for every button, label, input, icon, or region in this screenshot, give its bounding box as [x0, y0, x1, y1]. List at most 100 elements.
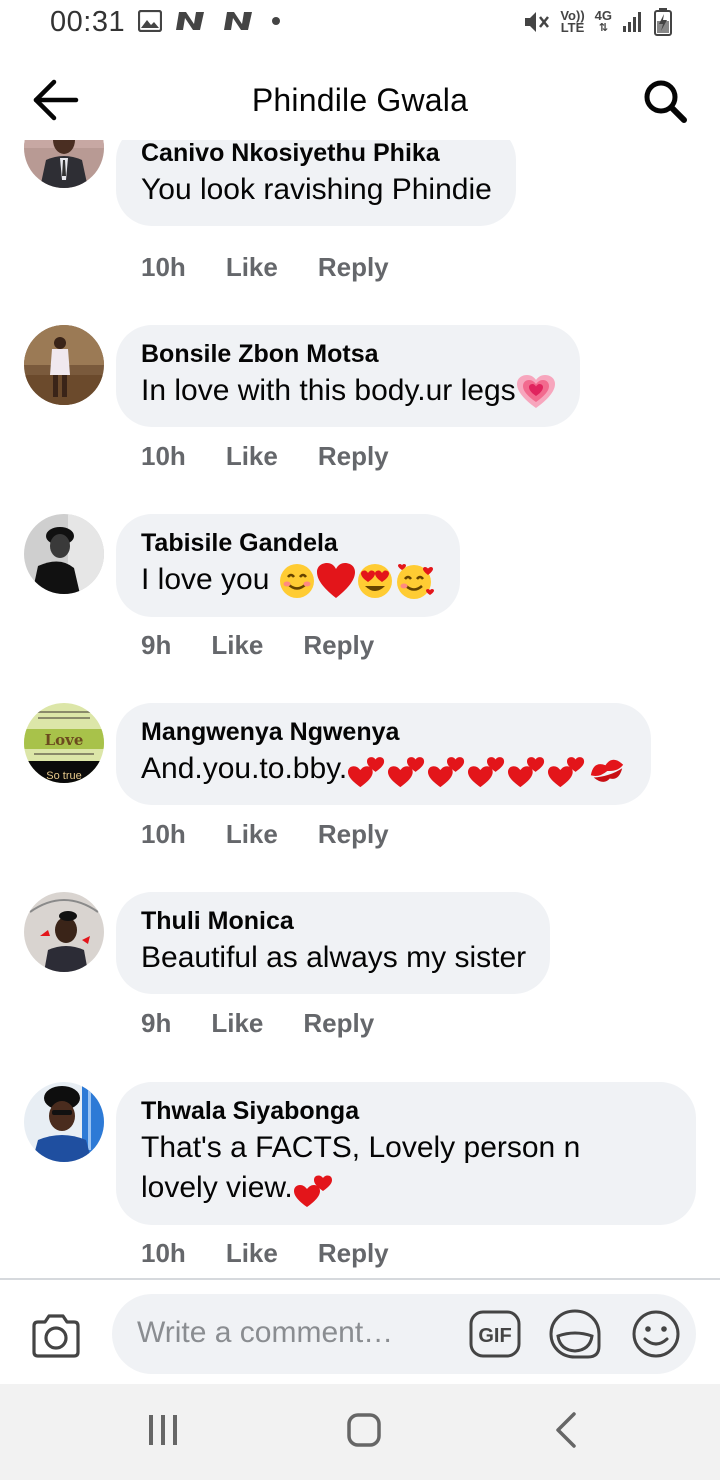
comment-bubble[interactable]: Thwala Siyabonga That's a FACTS, Lovely … [116, 1082, 696, 1226]
battery-charging-icon [654, 8, 672, 36]
comment-list[interactable]: Canivo Nkosiyethu Phika You look ravishi… [0, 140, 720, 1278]
comment-time: 9h [141, 630, 172, 660]
comment-time: 10h [141, 819, 186, 849]
comment-text-row: And.you.to.bby. [141, 749, 627, 789]
comment-actions: 10h Like Reply [141, 1238, 389, 1269]
status-bar: 00:31 Vo)) LTE 4G ⇅ [0, 0, 720, 52]
comment-bubble[interactable]: Thuli Monica Beautiful as always my sist… [116, 892, 551, 994]
commenter-name[interactable]: Thuli Monica [141, 906, 526, 936]
comment-text: In love with this body.ur legs [141, 374, 516, 407]
smiling-face-emoji [279, 564, 314, 599]
avatar-caption: So true [46, 770, 81, 782]
avatar[interactable]: Love So true [24, 703, 104, 783]
comment-actions: 10h Like Reply [141, 819, 389, 850]
comment-actions: 10h Like Reply [141, 441, 389, 472]
n-app-icon [224, 12, 252, 30]
commenter-name[interactable]: Mangwenya Ngwenya [141, 717, 627, 747]
emoji-icon[interactable] [630, 1308, 682, 1360]
avatar[interactable] [24, 514, 104, 594]
page-title: Phindile Gwala [251, 82, 469, 118]
comment-bubble[interactable]: Tabisile Gandela I love you [116, 514, 460, 618]
gif-label: GIF [478, 1325, 511, 1347]
home-icon[interactable] [346, 1412, 382, 1448]
comment-time: 10h [141, 252, 186, 282]
heart-eyes-emoji [357, 564, 392, 599]
reply-button[interactable]: Reply [318, 819, 389, 850]
recent-apps-icon[interactable] [146, 1412, 180, 1448]
two-hearts-emoji [348, 757, 385, 788]
gif-button[interactable]: GIF [469, 1310, 521, 1358]
avatar[interactable] [24, 892, 104, 972]
comment-time: 10h [141, 441, 186, 471]
comment-actions: 9h Like Reply [141, 1008, 374, 1039]
dot-icon [272, 17, 280, 25]
status-left-icons [138, 10, 282, 32]
comment-composer: Write a comment… GIF [0, 1278, 720, 1384]
comment-text-line: That's a FACTS, Lovely person n [141, 1131, 581, 1164]
n-app-icon [176, 12, 204, 30]
comment-text: You look ravishing Phindie [141, 173, 492, 206]
data-arrows-icon: ⇅ [598, 22, 608, 34]
network-type: 4G ⇅ [594, 8, 612, 34]
avatar[interactable] [24, 325, 104, 405]
comment-text: And.you.to.bby. [141, 752, 348, 785]
avatar-caption: Love [45, 731, 84, 749]
like-button[interactable]: Like [211, 1008, 263, 1039]
reply-button[interactable]: Reply [318, 441, 389, 472]
comment-text: I love you [141, 563, 278, 596]
two-hearts-emoji [508, 757, 545, 788]
like-button[interactable]: Like [226, 252, 278, 283]
reply-button[interactable]: Reply [303, 1008, 374, 1039]
avatar-photo [24, 1082, 104, 1162]
avatar-photo [24, 140, 104, 188]
like-button[interactable]: Like [226, 441, 278, 472]
comment-text-row: lovely view. [141, 1168, 672, 1209]
signal-icon [623, 12, 641, 32]
reply-button[interactable]: Reply [318, 252, 389, 283]
avatar-photo: Love So true [24, 703, 104, 783]
comment-input-placeholder: Write a comment… [137, 1316, 394, 1349]
camera-icon[interactable] [30, 1312, 82, 1360]
comment-text-row: I love you [141, 560, 436, 601]
smiling-hearts-emoji [396, 564, 434, 600]
growing-heart-emoji [516, 375, 555, 409]
status-time: 00:31 [50, 6, 126, 38]
system-nav-bar [0, 1384, 720, 1480]
comment-text-line: lovely view. [141, 1171, 293, 1204]
back-icon[interactable] [552, 1410, 580, 1450]
like-button[interactable]: Like [211, 630, 263, 661]
comment-time: 9h [141, 1008, 172, 1038]
comment-bubble[interactable]: Mangwenya Ngwenya And.you.to.bby. [116, 703, 652, 806]
like-button[interactable]: Like [226, 1238, 278, 1269]
comment-text: Beautiful as always my sister [141, 941, 527, 974]
comment-actions: 10h Like Reply [141, 252, 389, 283]
like-button[interactable]: Like [226, 819, 278, 850]
lte-label: LTE [560, 20, 585, 35]
kiss-mark-emoji [591, 759, 624, 782]
reply-button[interactable]: Reply [318, 1238, 389, 1269]
commenter-name[interactable]: Thwala Siyabonga [141, 1096, 672, 1126]
gallery-icon [138, 10, 162, 32]
avatar-photo [24, 892, 104, 972]
comment-bubble[interactable]: Canivo Nkosiyethu Phika You look ravishi… [116, 140, 516, 226]
sticker-icon[interactable] [548, 1308, 602, 1360]
comment-text-row: In love with this body.ur legs [141, 371, 556, 411]
search-icon[interactable] [642, 78, 688, 124]
commenter-name[interactable]: Canivo Nkosiyethu Phika [141, 140, 492, 168]
comment-input[interactable]: Write a comment… GIF [112, 1294, 696, 1374]
comment-bubble[interactable]: Bonsile Zbon Motsa In love with this bod… [116, 325, 580, 427]
status-right-icons: Vo)) LTE 4G ⇅ [522, 8, 672, 36]
emoji-row [347, 752, 587, 788]
reply-button[interactable]: Reply [303, 630, 374, 661]
avatar[interactable] [24, 1082, 104, 1162]
comment-actions: 9h Like Reply [141, 630, 374, 661]
network-type-label: 4G [594, 8, 612, 23]
avatar[interactable] [24, 140, 104, 188]
header-bar: Phindile Gwala [0, 60, 720, 140]
commenter-name[interactable]: Bonsile Zbon Motsa [141, 339, 556, 369]
comment-time: 10h [141, 1238, 186, 1268]
volte-indicator: Vo)) LTE [560, 9, 585, 35]
commenter-name[interactable]: Tabisile Gandela [141, 528, 436, 558]
avatar-photo [24, 325, 104, 405]
two-hearts-emoji [548, 757, 585, 788]
